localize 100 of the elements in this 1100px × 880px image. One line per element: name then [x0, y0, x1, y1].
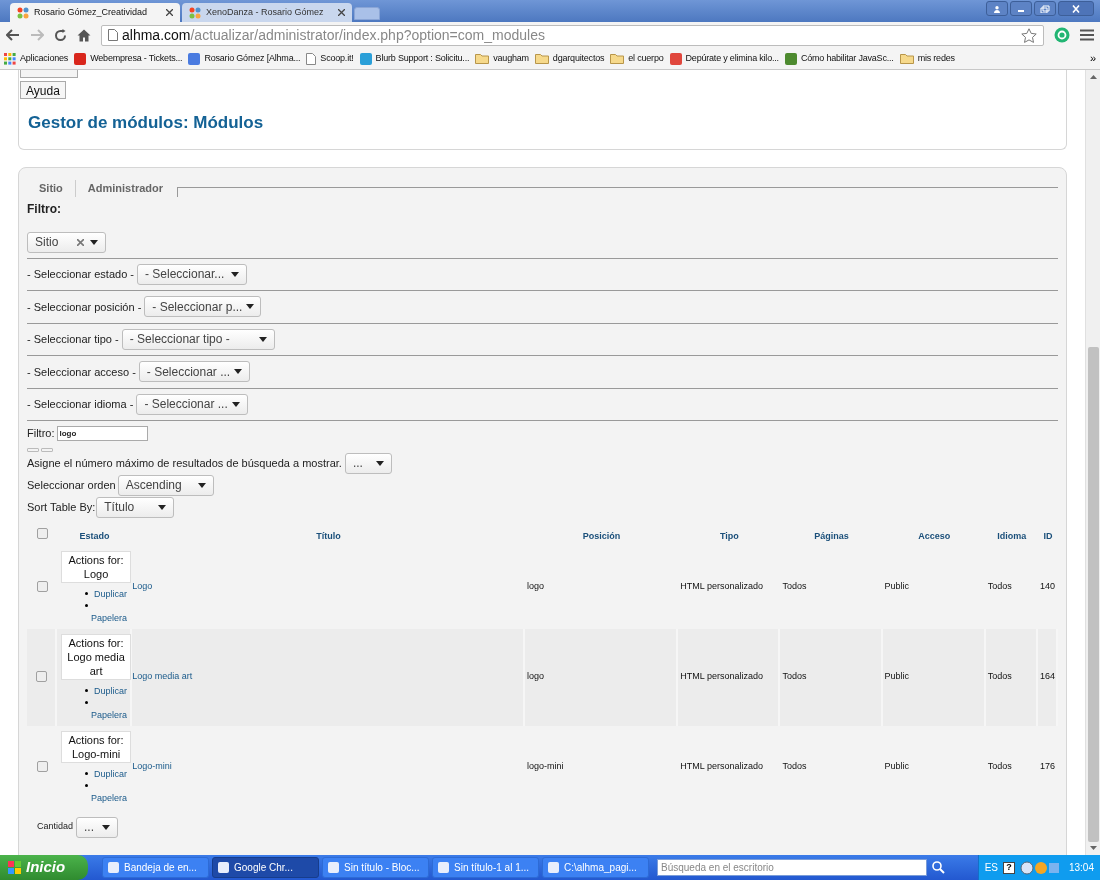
close-icon[interactable]	[338, 9, 345, 16]
module-title-link[interactable]: Logo media art	[132, 671, 193, 682]
filter-label: - Seleccionar estado -	[27, 267, 134, 282]
scrollbar-thumb[interactable]	[1087, 347, 1099, 842]
options-button-edge[interactable]	[20, 70, 78, 78]
dropdown[interactable]: ...	[76, 816, 119, 838]
dropdown[interactable]: Ascending	[117, 474, 214, 496]
column-header-link[interactable]: Estado	[79, 530, 110, 541]
quantity-label: Cantidad	[37, 820, 74, 834]
taskbar-button[interactable]: Bandeja de en...	[102, 857, 209, 878]
trash-link[interactable]: Papelera	[91, 612, 128, 623]
table-cell: Todos	[782, 761, 807, 772]
bookmark-link[interactable]: Webempresa - Tickets...	[74, 51, 183, 66]
checkbox[interactable]	[35, 671, 47, 682]
scroll-down-icon[interactable]	[1089, 846, 1097, 850]
caret-icon	[231, 271, 239, 277]
caret-icon	[246, 304, 255, 310]
column-header-link[interactable]: Idioma	[997, 530, 1027, 541]
checkbox[interactable]	[36, 527, 48, 539]
duplicate-link[interactable]: Duplicar	[94, 767, 128, 780]
bookmark-link[interactable]: vaugham	[475, 51, 529, 66]
bookmark-link[interactable]: el cuerpo	[610, 51, 664, 66]
table-cell: Todos	[987, 761, 1012, 772]
column-header-link[interactable]: Posición	[582, 530, 621, 541]
dropdown[interactable]: - Seleccionar p...	[144, 296, 262, 318]
more-bookmarks-button[interactable]: »	[1090, 50, 1096, 67]
module-title-link[interactable]: Logo-mini	[132, 761, 172, 772]
dropdown[interactable]: - Seleccionar...	[137, 263, 247, 285]
table-cell: Todos	[782, 581, 807, 592]
column-header-link[interactable]: Tipo	[719, 530, 739, 541]
duplicate-link[interactable]: Duplicar	[94, 587, 128, 600]
table-cell: HTML personalizado	[680, 671, 763, 682]
help-indicator[interactable]: ?	[1002, 861, 1015, 874]
bookmark-link[interactable]: Blurb Support : Solicitu...	[359, 51, 470, 66]
home-icon[interactable]	[77, 28, 91, 42]
window-close-icon[interactable]	[1071, 4, 1081, 13]
bookmark-link[interactable]: dgarquitectos	[534, 51, 605, 66]
window-user-icon[interactable]	[992, 4, 1002, 13]
star-icon[interactable]	[1021, 27, 1037, 43]
window-maximize-icon[interactable]	[1040, 4, 1050, 13]
address-field[interactable]: alhma.com/actualizar/administrator/index.php?option=com_modules	[101, 24, 1044, 46]
desktop-search-field[interactable]: Búsqueda en el escritorio	[657, 859, 927, 876]
filter-heading: Filtro:	[27, 200, 62, 218]
help-button[interactable]: Ayuda	[20, 81, 66, 99]
bookmark-link[interactable]: Rosario Gómez [Alhma...	[188, 51, 301, 66]
page-title: Gestor de módulos: Módulos	[28, 112, 265, 134]
taskbar-button[interactable]: Sin título - Bloc...	[322, 857, 429, 878]
table-cell: logo	[526, 671, 544, 682]
browser-tab[interactable]: Rosario Gómez_Creatividad	[10, 3, 180, 22]
dropdown[interactable]: - Seleccionar tipo -	[121, 328, 275, 350]
column-header-link[interactable]: ID	[1043, 530, 1053, 541]
caret-icon	[234, 369, 243, 375]
checkbox[interactable]	[36, 581, 48, 592]
bookmark-link[interactable]: Scoop.it!	[306, 51, 354, 66]
menu-icon[interactable]	[1080, 29, 1094, 41]
bookmark-link[interactable]: mis redes	[899, 51, 955, 66]
trash-link[interactable]: Papelera	[91, 792, 128, 803]
extension-icon[interactable]	[1054, 27, 1070, 43]
dropdown[interactable]: - Seleccionar ...	[136, 393, 249, 415]
clear-icon[interactable]	[77, 238, 84, 246]
module-title-link[interactable]: Logo	[132, 581, 153, 592]
app-icon	[328, 862, 339, 873]
table-cell: Public	[884, 671, 910, 682]
column-header-link[interactable]: Páginas	[814, 530, 849, 541]
taskbar-button[interactable]: Google Chr...	[212, 857, 319, 878]
column-header-link[interactable]: Acceso	[918, 530, 951, 541]
browser-tab[interactable]: XenoDanza - Rosario Gómez	[182, 3, 352, 22]
table-cell: HTML personalizado	[680, 761, 763, 772]
actions-label: Actions for: Logo	[61, 550, 132, 583]
limit-label: Asigne el número máximo de resultados de búsqueda a mostrar.	[27, 455, 342, 471]
filter-label: - Seleccionar tipo -	[27, 332, 119, 347]
scroll-up-icon[interactable]	[1089, 75, 1097, 79]
tray-icons-drawing[interactable]	[1019, 860, 1060, 875]
table-cell: 140	[1039, 581, 1055, 592]
bullet-icon	[85, 592, 89, 595]
column-header-link[interactable]: Título	[316, 530, 341, 541]
dropdown[interactable]: ...	[344, 452, 392, 474]
client-tab[interactable]: Administrador	[74, 180, 176, 197]
taskbar-button[interactable]: C:\alhma_pagi...	[542, 857, 649, 878]
bookmark-link[interactable]: Cómo habilitar JavaSc...	[784, 51, 894, 66]
dropdown[interactable]: Título	[96, 496, 175, 518]
duplicate-link[interactable]: Duplicar	[94, 684, 128, 697]
reload-icon[interactable]	[54, 28, 67, 42]
caret-icon	[102, 824, 111, 830]
close-icon[interactable]	[166, 9, 173, 16]
checkbox[interactable]	[36, 761, 48, 772]
search-field[interactable]: logo	[56, 425, 148, 441]
windows-logo-icon	[8, 861, 22, 874]
back-icon[interactable]	[6, 29, 20, 41]
bookmark-link[interactable]: Aplicaciones	[4, 51, 69, 66]
trash-link[interactable]: Papelera	[91, 709, 128, 720]
sort-label: Sort Table By:	[27, 499, 96, 515]
page-icon	[306, 52, 317, 65]
dropdown[interactable]: Sitio	[27, 231, 106, 253]
taskbar-button[interactable]: Sin título-1 al 1...	[432, 857, 539, 878]
scrollbar[interactable]	[1085, 70, 1100, 855]
dropdown[interactable]: - Seleccionar ...	[138, 361, 250, 383]
client-tab[interactable]: Sitio	[27, 180, 75, 197]
bookmark-link[interactable]: Depúrate y elimina kilo...	[669, 51, 779, 66]
search-icon[interactable]	[932, 861, 945, 874]
